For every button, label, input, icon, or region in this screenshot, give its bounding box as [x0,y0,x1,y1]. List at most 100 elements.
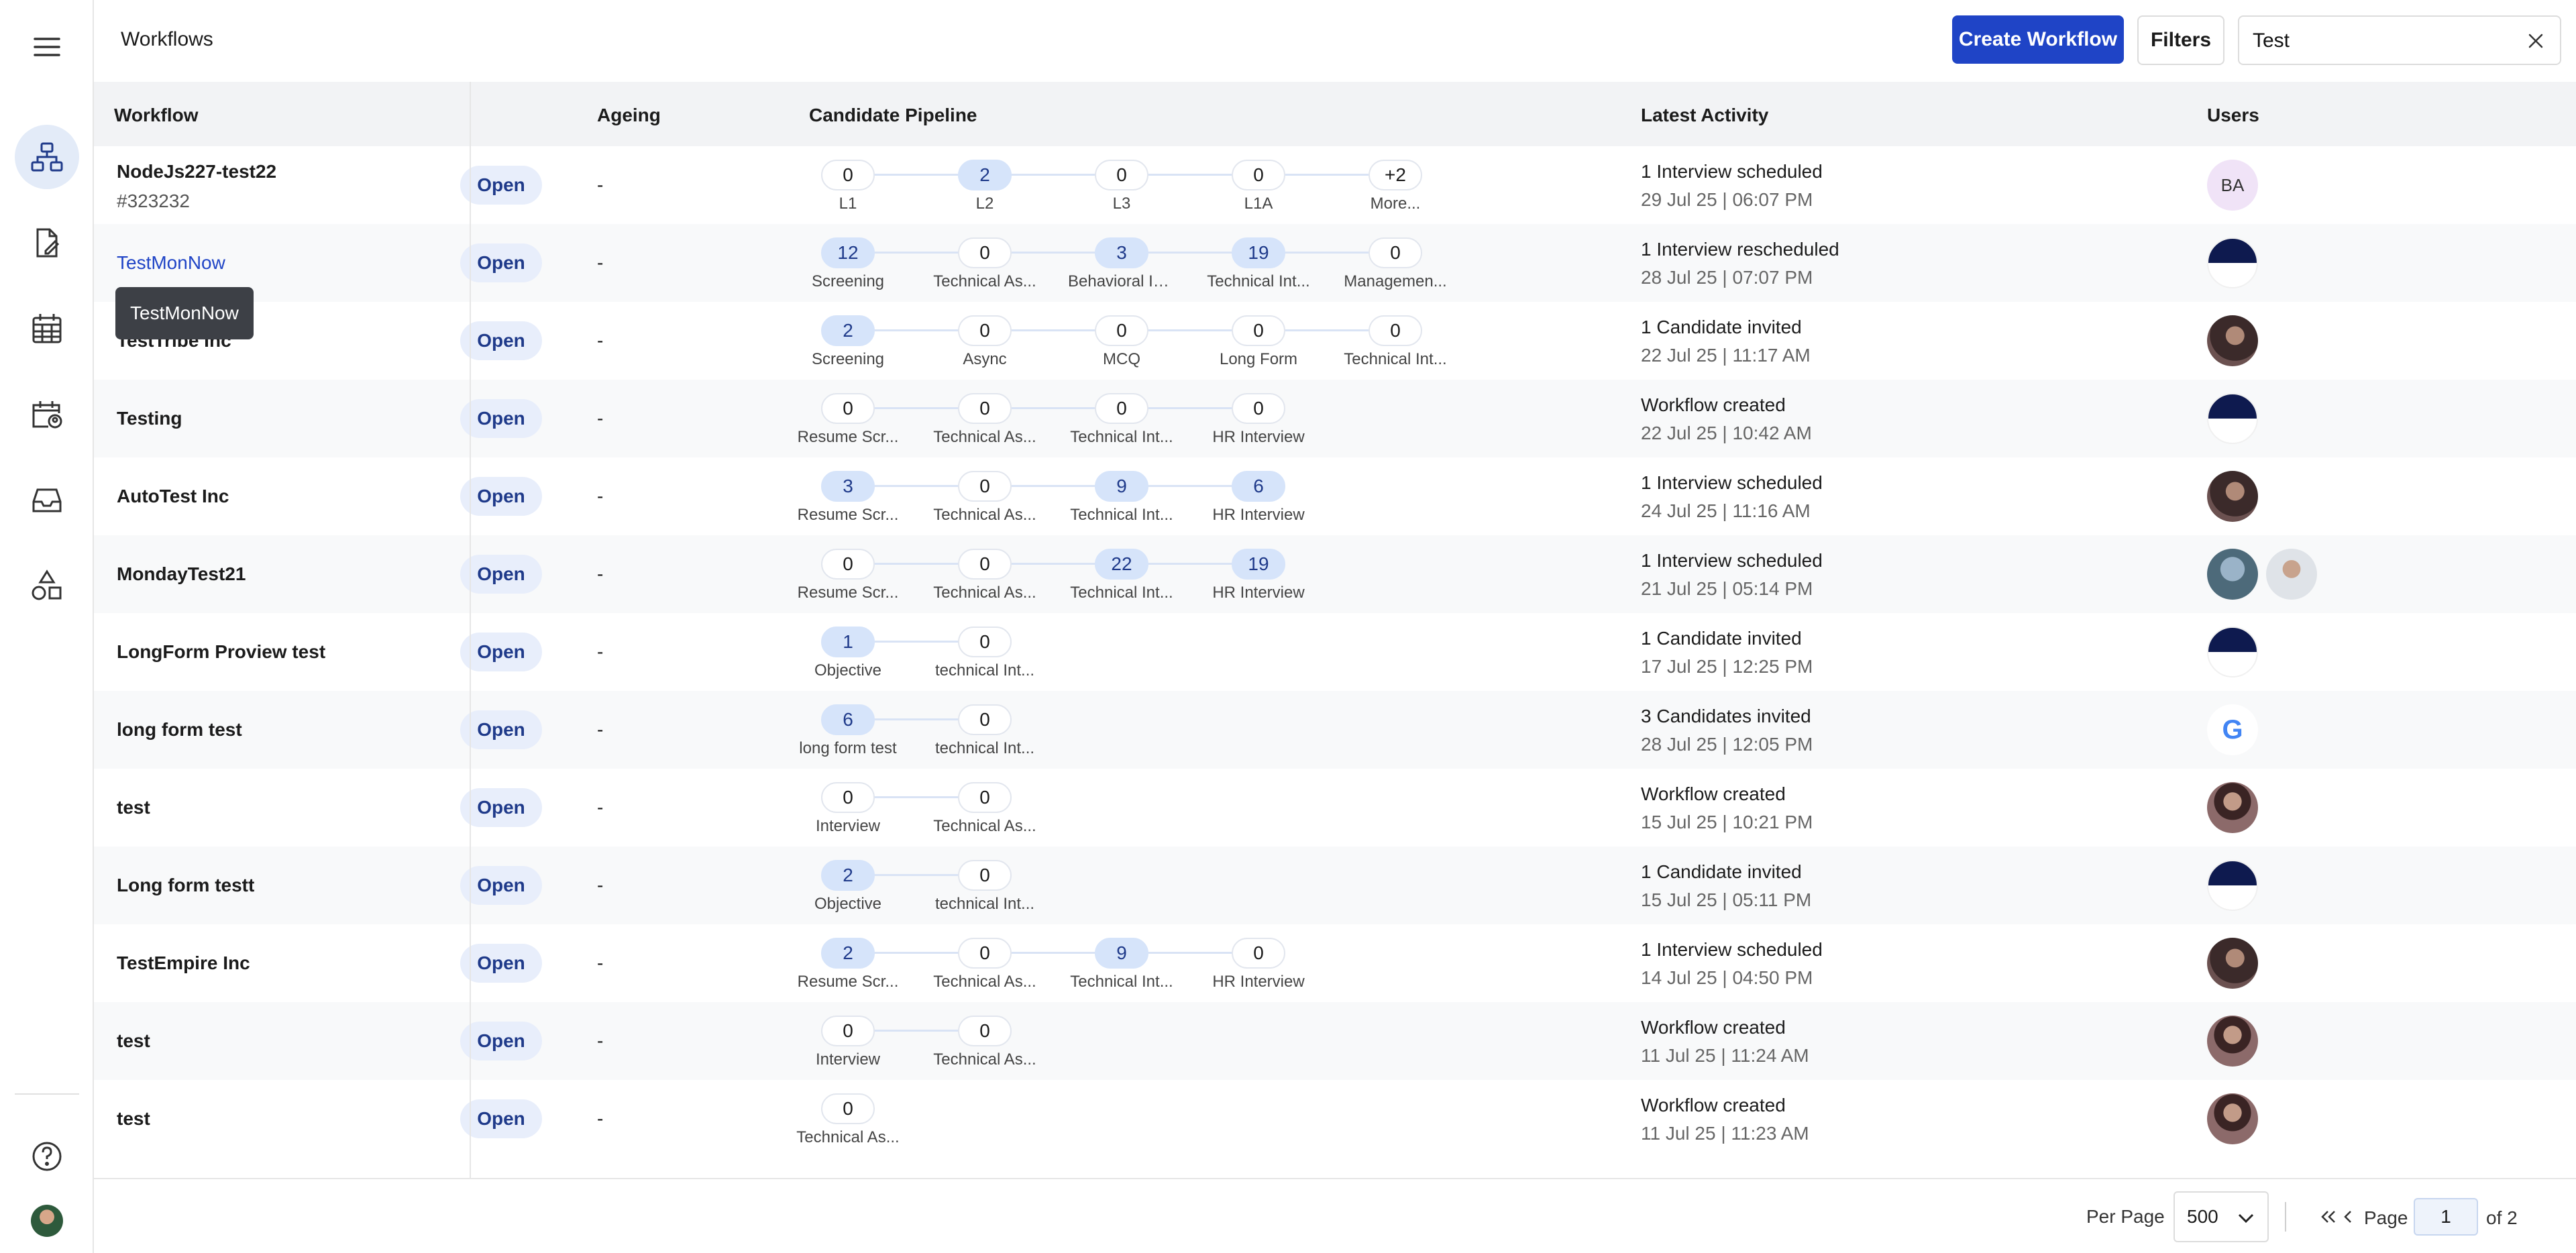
pipeline-stage[interactable]: 0 Technical Int... [1068,393,1175,447]
pipeline-stage[interactable]: 0 Resume Scr... [794,549,902,602]
user-avatar[interactable] [2207,237,2258,288]
user-avatar[interactable] [2266,549,2317,600]
workflow-name[interactable]: TestMonNow [117,252,225,274]
pipeline-stage[interactable]: 0 Resume Scr... [794,393,902,447]
user-avatar[interactable] [2207,938,2258,989]
stage-count[interactable]: 0 [958,782,1012,813]
pipeline-stage[interactable]: 0 MCQ [1068,315,1175,369]
status-badge[interactable]: Open [460,1022,542,1060]
pipeline-stage[interactable]: 0 Technical As... [931,938,1038,991]
profile-avatar[interactable] [31,1205,63,1237]
pipeline-stage[interactable]: 0 Technical As... [931,782,1038,836]
user-avatar[interactable]: BA [2207,160,2258,211]
status-badge[interactable]: Open [460,399,542,438]
status-badge[interactable]: Open [460,944,542,983]
pipeline-stage[interactable]: 2 Objective [794,860,902,914]
pipeline-stage[interactable]: 0 Technical Int... [1342,315,1449,369]
stage-count[interactable]: 0 [1368,315,1422,346]
stage-count[interactable]: 0 [958,626,1012,657]
stage-count[interactable]: 0 [821,549,875,580]
table-row[interactable]: TestTribe Inc Open -2 Screening 0 Async 0 MCQ 0 L… [94,302,2576,380]
stage-count[interactable]: 0 [958,704,1012,735]
stage-count[interactable]: 12 [821,237,875,268]
stage-count[interactable]: 1 [821,626,875,657]
workflow-name[interactable]: LongForm Proview test [117,641,325,663]
workflow-hierarchy-icon[interactable] [15,125,79,189]
workflow-name[interactable]: test [117,1030,150,1052]
page-number-input[interactable] [2414,1198,2478,1236]
user-avatar[interactable] [2207,860,2258,911]
pipeline-stage[interactable]: 0 Technical As... [931,237,1038,291]
status-badge[interactable]: Open [460,321,542,360]
table-row[interactable]: LongForm Proview test Open - 1 Objective 0 tec… [94,613,2576,691]
stage-count[interactable]: 0 [958,471,1012,502]
create-workflow-button[interactable]: Create Workflow [1952,15,2124,64]
pipeline-stage[interactable]: 0 HR Interview [1205,938,1312,991]
stage-count[interactable]: 0 [958,237,1012,268]
stage-count[interactable]: 0 [958,938,1012,969]
stage-count[interactable]: 19 [1232,237,1285,268]
status-badge[interactable]: Open [460,1099,542,1138]
search-input[interactable] [2253,28,2508,54]
pipeline-stage[interactable]: 12 Screening [794,237,902,291]
status-badge[interactable]: Open [460,710,542,749]
pipeline-stage[interactable]: 22 Technical Int... [1068,549,1175,602]
user-avatar[interactable] [2207,549,2258,600]
shapes-icon[interactable] [15,554,79,618]
stage-count[interactable]: 3 [1095,237,1148,268]
status-badge[interactable]: Open [460,166,542,205]
table-row[interactable]: NodeJs227-test22 #323232 Open -0 L1 2 L2 0 L3 0 L1… [94,146,2576,224]
stage-count[interactable]: 19 [1232,549,1285,580]
workflow-name[interactable]: NodeJs227-test22 [117,161,276,182]
status-badge[interactable]: Open [460,633,542,671]
table-row[interactable]: Testing Open - 0 Resume Scr... 0 Technical As.… [94,380,2576,457]
table-row[interactable]: test Open - 0 Interview 0 Technical As... Workf… [94,769,2576,847]
pipeline-stage[interactable]: 0 L1 [794,160,902,213]
stage-count[interactable]: 2 [821,938,875,969]
stage-count[interactable]: 0 [958,1016,1012,1046]
stage-count[interactable]: 2 [821,860,875,891]
menu-icon[interactable] [15,15,79,79]
status-badge[interactable]: Open [460,477,542,516]
document-edit-icon[interactable] [15,211,79,275]
stage-count[interactable]: 0 [1095,160,1148,190]
user-avatar[interactable] [2207,1093,2258,1144]
stage-count[interactable]: 0 [1095,393,1148,424]
stage-count[interactable]: 3 [821,471,875,502]
stage-count[interactable]: 6 [821,704,875,735]
calendar-user-icon[interactable] [15,382,79,447]
column-header-workflow[interactable]: Workflow [114,105,198,126]
user-avatar[interactable] [2207,471,2258,522]
table-row[interactable]: MondayTest21 Open - 0 Resume Scr... 0 Technica… [94,535,2576,613]
pipeline-stage[interactable]: 2 L2 [931,160,1038,213]
per-page-select[interactable]: 500 [2174,1191,2269,1242]
filters-button[interactable]: Filters [2137,15,2224,65]
pipeline-stage[interactable]: 0 Long Form [1205,315,1312,369]
pipeline-stage[interactable]: 1 Objective [794,626,902,680]
workflow-name[interactable]: long form test [117,719,242,741]
pipeline-stage[interactable]: +2 More... [1342,160,1449,213]
user-avatar[interactable] [2207,315,2258,366]
user-avatar[interactable]: G [2207,704,2258,755]
column-header-ageing[interactable]: Ageing [597,105,661,126]
stage-count[interactable]: 0 [821,160,875,190]
table-row[interactable]: TestEmpire Inc Open - 2 Resume Scr... 0 Techni… [94,924,2576,1002]
table-row[interactable]: test Open - 0 Interview 0 Technical As... Workf… [94,1002,2576,1080]
table-row[interactable]: TestMonNow Open - 12 Screening 0 Technical As.… [94,224,2576,302]
help-icon[interactable] [15,1124,79,1189]
stage-count[interactable]: +2 [1368,160,1422,190]
pipeline-stage[interactable]: 0 Async [931,315,1038,369]
pipeline-stage[interactable]: 0 HR Interview [1205,393,1312,447]
pipeline-stage[interactable]: 0 Interview [794,1016,902,1069]
status-badge[interactable]: Open [460,866,542,905]
stage-count[interactable]: 0 [1232,315,1285,346]
pipeline-stage[interactable]: 3 Resume Scr... [794,471,902,525]
stage-count[interactable]: 9 [1095,471,1148,502]
close-icon[interactable] [2524,29,2548,53]
stage-count[interactable]: 0 [1232,160,1285,190]
pipeline-stage[interactable]: 9 Technical Int... [1068,938,1175,991]
pipeline-stage[interactable]: 19 HR Interview [1205,549,1312,602]
pipeline-stage[interactable]: 2 Resume Scr... [794,938,902,991]
table-row[interactable]: test Open - 0 Technical As... Workflow create… [94,1080,2576,1158]
pipeline-stage[interactable]: 0 Interview [794,782,902,836]
